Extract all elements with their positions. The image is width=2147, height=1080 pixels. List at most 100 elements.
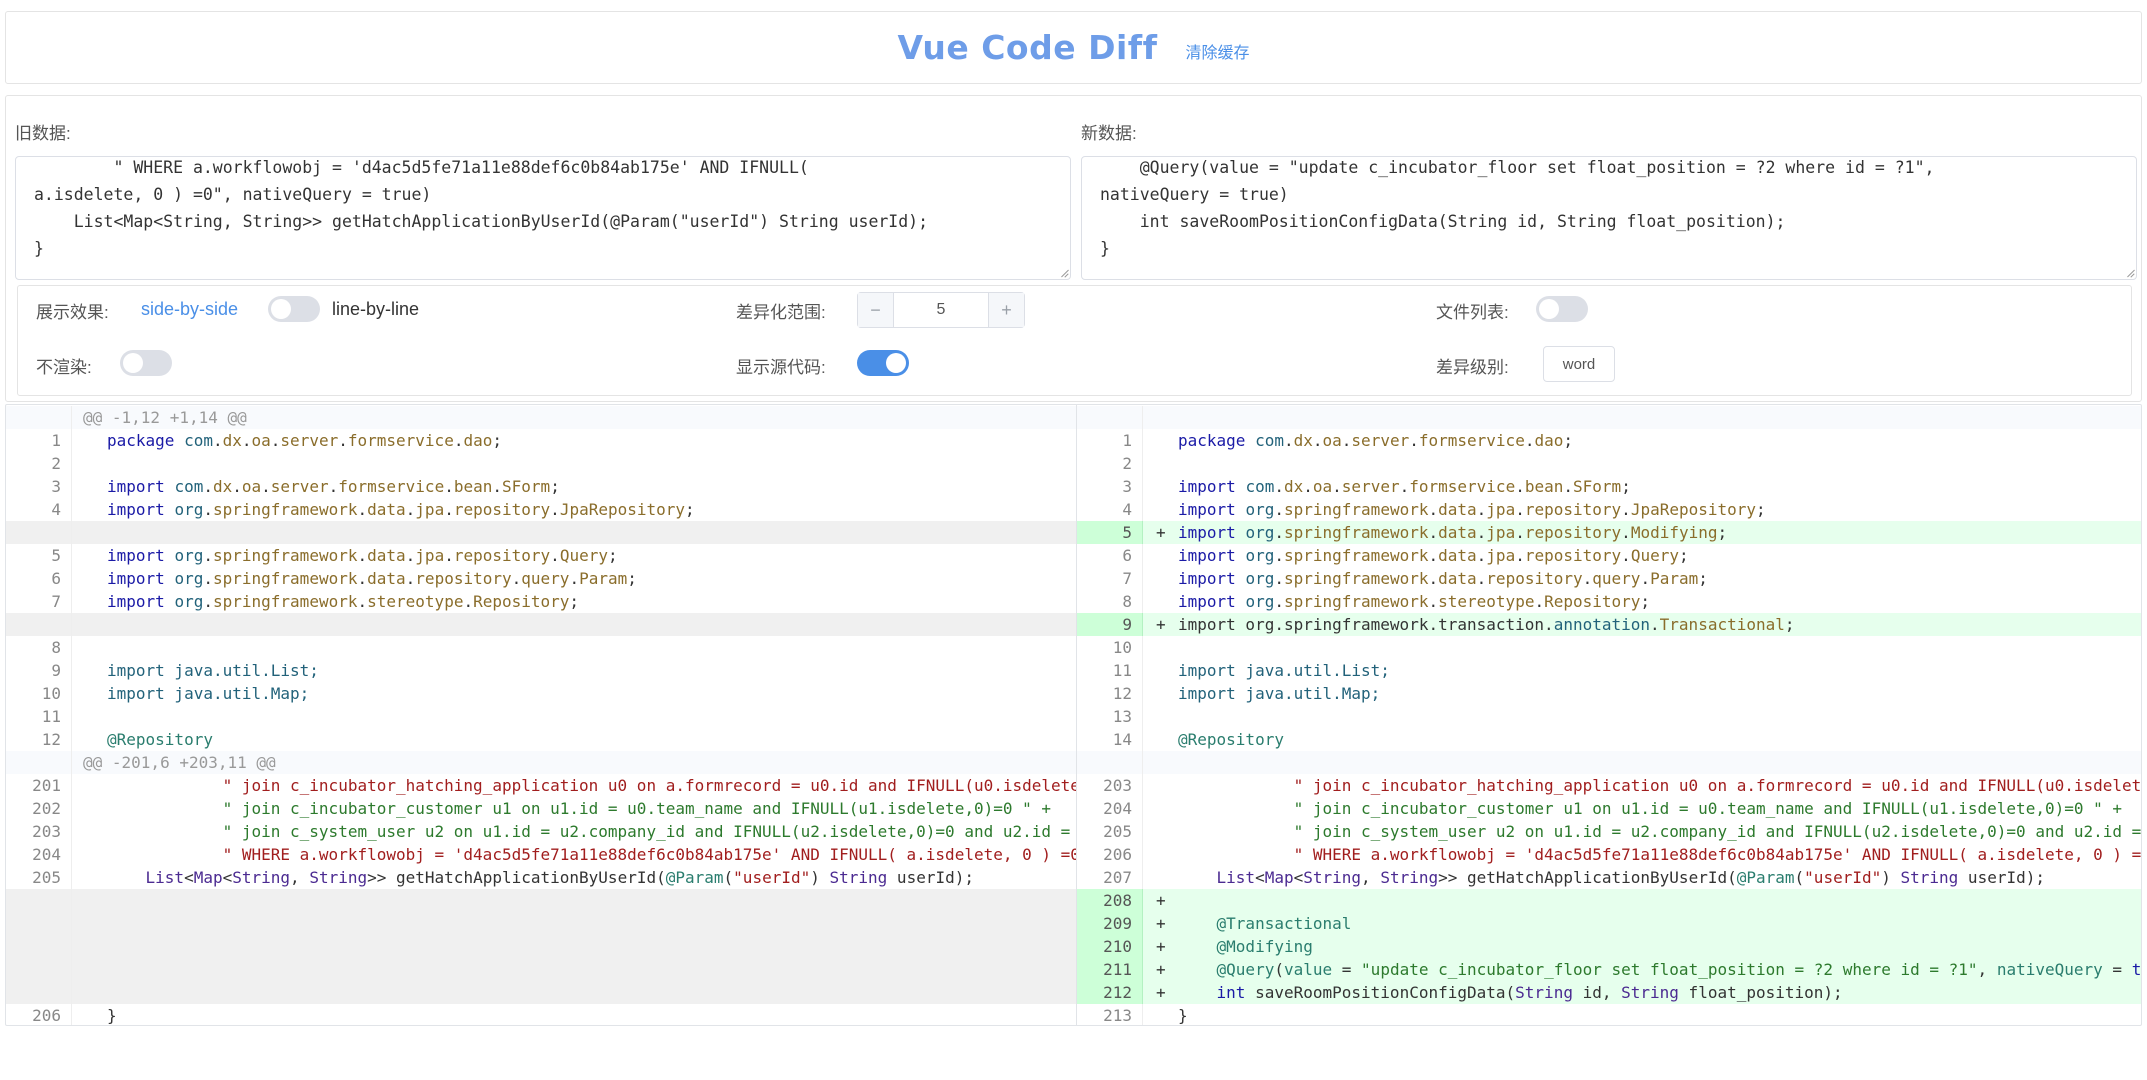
code-token: . (328, 477, 339, 496)
code-token: annotation (1553, 615, 1651, 634)
code-token: formservice (347, 431, 454, 450)
line-number: 12 (1077, 682, 1143, 705)
code-token: ; (685, 500, 695, 519)
diff-range-value[interactable]: 5 (894, 293, 988, 327)
line-code: import org.springframework.data.jpa.repo… (73, 544, 1076, 567)
line-number: 1 (1077, 429, 1143, 452)
diff-range-stepper: − 5 + (857, 292, 1025, 328)
code-token: = (2102, 960, 2132, 979)
line-number (1077, 406, 1143, 429)
line-code: import org.springframework.data.jpa.repo… (1144, 498, 2141, 521)
no-render-toggle[interactable] (120, 350, 172, 376)
code-token: springframework (1283, 523, 1429, 542)
diff-line: 213} (1077, 1004, 2141, 1025)
diff-line: 5 import org.springframework.data.jpa.rep… (6, 544, 1076, 567)
code-token: . (1515, 546, 1525, 565)
diff-level-select[interactable]: word (1543, 346, 1615, 382)
code-token: springframework (212, 592, 358, 611)
code-token: ; (1756, 500, 1766, 519)
show-source-toggle[interactable] (857, 350, 909, 376)
diff-line: 204 " join c_incubator_customer u1 on u1… (1077, 797, 2141, 820)
clear-cache-link[interactable]: 清除缓存 (1186, 39, 1250, 63)
resize-handle-icon[interactable] (1058, 267, 1068, 277)
line-code: " WHERE a.workflowobj = 'd4ac5d5fe71a11e… (1144, 843, 2141, 866)
display-mode-toggle[interactable] (268, 296, 320, 322)
line-code: " join c_incubator_customer u1 on u1.id … (1144, 797, 2141, 820)
code-token: . (1428, 523, 1439, 542)
mode-line-by-line[interactable]: line-by-line (332, 299, 419, 320)
code-token: JpaRepository (1630, 500, 1757, 519)
line-number: 207 (1077, 866, 1143, 889)
code-token: import java.util.Map; (1178, 684, 1381, 703)
code-token: oa (1312, 477, 1333, 496)
code-token: ; (1698, 569, 1708, 588)
code-token: . (444, 546, 454, 565)
line-number: 10 (1077, 636, 1143, 659)
line-code: " join c_system_user u2 on u1.id = u2.co… (1144, 820, 2141, 843)
minus-icon[interactable]: − (858, 293, 894, 327)
line-number: 3 (6, 475, 72, 498)
code-token: data (1438, 500, 1477, 519)
code-token: . (1476, 569, 1487, 588)
code-token: Repository (473, 592, 570, 611)
code-token: . (1274, 546, 1284, 565)
code-token: formservice (1409, 477, 1516, 496)
new-data-editor[interactable]: @Query(value = "update c_incubator_floor… (1081, 156, 2137, 280)
code-token: org (1245, 523, 1275, 542)
code-token: . (1515, 523, 1525, 542)
code-token: jpa (415, 546, 445, 565)
line-number: 2 (1077, 452, 1143, 475)
diff-line: 1 package com.dx.oa.server.formservice.da… (6, 429, 1076, 452)
code-token: org (174, 546, 204, 565)
diff-line: 3 import com.dx.oa.server.formservice.bea… (6, 475, 1076, 498)
code-token: . (1274, 569, 1284, 588)
line-number: 4 (1077, 498, 1143, 521)
diff-line: 4 import org.springframework.data.jpa.rep… (6, 498, 1076, 521)
plus-icon[interactable]: + (988, 293, 1024, 327)
code-token: . (463, 592, 474, 611)
line-number: 13 (1077, 705, 1143, 728)
mode-side-by-side[interactable]: side-by-side (141, 299, 238, 320)
code-token: Map (193, 868, 223, 887)
code-token: . (492, 477, 503, 496)
code-token: org (174, 500, 204, 519)
code-token: . (1650, 615, 1660, 634)
code-token: float_position); (1678, 983, 1843, 1002)
diff-line: 205 " join c_system_user u2 on u1.id = u… (1077, 820, 2141, 843)
line-code: + @Transactional (1144, 912, 2141, 935)
old-data-editor[interactable]: " WHERE a.workflowobj = 'd4ac5d5fe71a11e… (15, 156, 1071, 280)
code-token: server (280, 431, 339, 450)
code-token: com (1255, 431, 1284, 450)
line-code: package com.dx.oa.server.formservice.dao… (1144, 429, 2141, 452)
diff-line: 9 import java.util.List; (6, 659, 1076, 682)
code-token: springframework (1283, 546, 1429, 565)
code-token: org (1245, 546, 1275, 565)
code-token: . (550, 546, 560, 565)
line-number: 9 (6, 659, 72, 682)
resize-handle-icon[interactable] (2124, 267, 2134, 277)
editor-line: " WHERE a.workflowobj = 'd4ac5d5fe71a11e… (34, 158, 809, 177)
diff-line: 209 + @Transactional (1077, 912, 2141, 935)
plus-marker-icon: + (1156, 615, 1166, 634)
code-token: ; (569, 592, 580, 611)
editor-line: } (34, 239, 44, 258)
file-list-toggle[interactable] (1536, 296, 1588, 322)
code-token: package (107, 431, 185, 450)
code-token: ; (607, 546, 618, 565)
diff-level-label: 差异级别: (1436, 358, 1509, 377)
code-token: data (367, 500, 406, 519)
line-number (6, 889, 72, 912)
diff-line: 13 (1077, 705, 2141, 728)
code-token: . (261, 477, 271, 496)
diff-line: 11 (6, 705, 1076, 728)
code-token: org (174, 592, 204, 611)
code-token: String (1303, 868, 1362, 887)
editor-line: @Query(value = "update c_incubator_floor… (1100, 158, 1935, 177)
